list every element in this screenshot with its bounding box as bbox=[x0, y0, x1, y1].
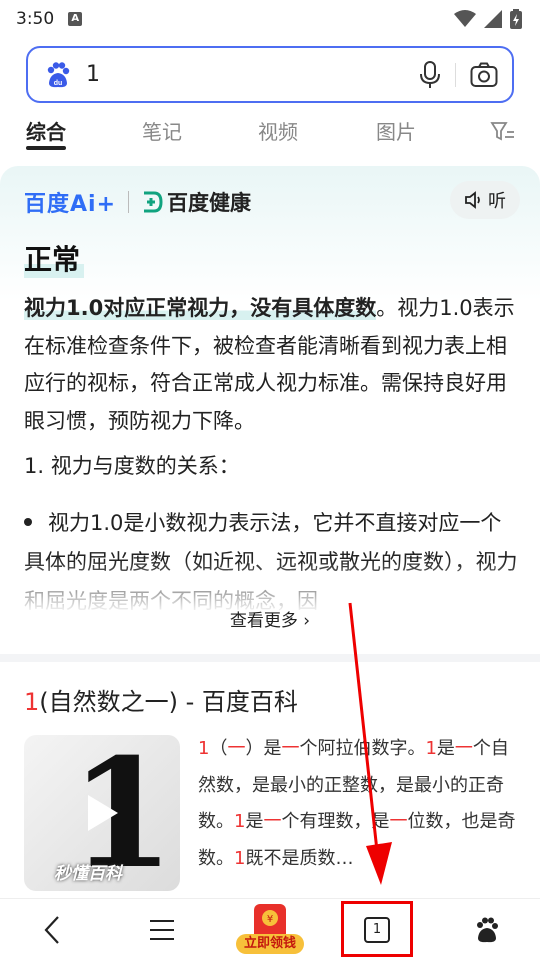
microphone-icon[interactable] bbox=[419, 60, 441, 89]
result-title-keyword: 1 bbox=[24, 688, 40, 716]
tab-video[interactable]: 视频 bbox=[258, 116, 298, 145]
search-tabs: 综合 笔记 视频 图片 bbox=[0, 110, 540, 154]
active-tab-indicator bbox=[26, 146, 66, 150]
snippet-text: 个阿拉伯数字。 bbox=[299, 738, 426, 759]
menu-button[interactable] bbox=[140, 909, 184, 951]
baidu-home-button[interactable] bbox=[465, 909, 509, 951]
play-icon bbox=[88, 795, 118, 831]
listen-button[interactable]: 听 bbox=[450, 181, 520, 219]
result-title-rest: (自然数之一) - 百度百科 bbox=[39, 688, 298, 716]
tab-images[interactable]: 图片 bbox=[376, 116, 416, 145]
chevron-right-icon: › bbox=[303, 611, 311, 631]
snippet-text: 是 bbox=[245, 811, 264, 832]
menu-icon bbox=[150, 920, 174, 940]
health-plus-icon bbox=[144, 191, 163, 213]
baidu-health-logo: 百度健康 bbox=[141, 187, 251, 217]
notification-icon: A bbox=[68, 12, 83, 26]
brand-divider bbox=[128, 191, 130, 213]
answer-paragraph: 视力1.0对应正常视力，没有具体度数。视力1.0表示在标准检查条件下，被检查者能… bbox=[24, 290, 520, 440]
baidu-health-label: 百度健康 bbox=[167, 191, 252, 215]
snippet-text: 既不是质数… bbox=[245, 847, 354, 869]
snippet-text: 个有理数，是 bbox=[281, 811, 390, 832]
answer-subheading: 1. 视力与度数的关系： bbox=[24, 454, 240, 478]
answer-title: 正常 bbox=[24, 238, 85, 278]
section-divider bbox=[0, 654, 540, 662]
search-input[interactable]: 1 bbox=[86, 62, 419, 87]
see-more-link[interactable]: 查看更多 › bbox=[0, 606, 540, 631]
snippet-text: 是 bbox=[436, 738, 455, 759]
snippet-keyword: 一 bbox=[389, 811, 408, 832]
snippet-text: （ bbox=[209, 738, 228, 759]
snippet-text: ）是 bbox=[245, 738, 282, 759]
snippet-keyword: 一 bbox=[263, 811, 282, 832]
snippet-keyword: 1 bbox=[234, 847, 246, 869]
filter-icon[interactable] bbox=[490, 120, 516, 144]
status-bar: 3:50 A bbox=[0, 0, 540, 38]
snippet-keyword: 一 bbox=[281, 738, 300, 759]
result-video-thumbnail[interactable]: 1 秒懂百科 bbox=[24, 735, 180, 891]
snippet-keyword: 1 bbox=[425, 738, 437, 759]
answer-highlight: 视力1.0对应正常视力，没有具体度数 bbox=[24, 296, 377, 320]
status-time: 3:50 bbox=[16, 9, 55, 29]
tab-notes[interactable]: 笔记 bbox=[142, 116, 182, 145]
camera-icon[interactable] bbox=[470, 62, 498, 88]
tabs-button-highlight bbox=[341, 901, 413, 957]
wifi-icon bbox=[454, 10, 476, 27]
svg-text:du: du bbox=[54, 80, 63, 87]
ai-brand-row: 百度Ai+ 百度健康 bbox=[24, 184, 251, 220]
signal-icon bbox=[484, 10, 502, 28]
back-button[interactable] bbox=[30, 909, 74, 951]
search-divider bbox=[455, 62, 456, 87]
redpack-label[interactable]: 立即领钱 bbox=[236, 934, 304, 954]
battery-icon bbox=[510, 9, 522, 29]
status-icons bbox=[454, 9, 522, 29]
baidu-paw-icon: du bbox=[47, 61, 70, 87]
snippet-keyword: 1 bbox=[234, 811, 246, 832]
chevron-left-icon bbox=[44, 916, 59, 944]
svg-text:¥: ¥ bbox=[267, 914, 273, 925]
see-more-label: 查看更多 bbox=[229, 611, 298, 631]
snippet-keyword: 一 bbox=[227, 738, 246, 759]
search-box[interactable]: du 1 bbox=[26, 46, 514, 103]
snippet-keyword: 1 bbox=[198, 738, 210, 759]
listen-label: 听 bbox=[488, 191, 506, 212]
miaodong-baike-logo: 秒懂百科 bbox=[54, 864, 122, 884]
bullet-dot bbox=[24, 518, 32, 526]
result-snippet: 1（一）是一个阿拉伯数字。1是一个自然数，是最小的正整数，是最小的正奇数。1是一… bbox=[198, 731, 520, 881]
tab-all[interactable]: 综合 bbox=[26, 116, 66, 145]
baidu-ai-logo: 百度Ai+ bbox=[24, 192, 117, 217]
snippet-keyword: 一 bbox=[454, 738, 473, 759]
baidu-paw-icon bbox=[477, 917, 498, 943]
speaker-icon bbox=[465, 191, 480, 209]
result-title-link[interactable]: 1(自然数之一) - 百度百科 bbox=[24, 682, 298, 717]
